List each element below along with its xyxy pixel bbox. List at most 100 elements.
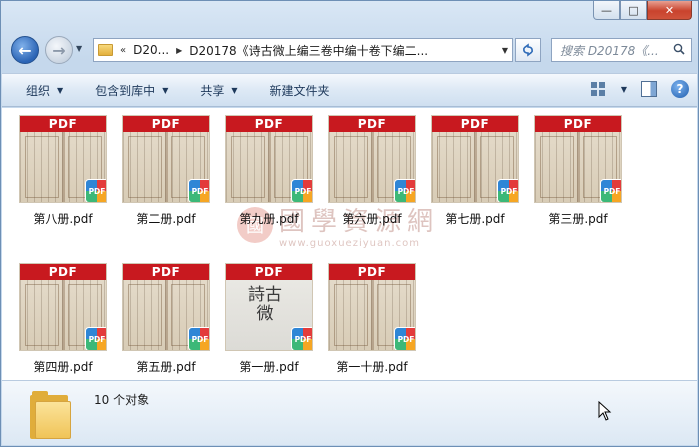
breadcrumb-overflow[interactable]: «	[120, 45, 126, 56]
breadcrumb-item[interactable]: D20...	[133, 43, 169, 57]
include-in-library-menu[interactable]: 包含到库中 ▼	[95, 82, 168, 99]
page-sheet	[540, 136, 574, 198]
file-item[interactable]: PDF PDF 第四册.pdf	[17, 261, 109, 380]
minimize-button[interactable]: —	[593, 1, 620, 20]
file-thumbnail: PDF PDF	[328, 263, 416, 351]
book-spine	[371, 280, 374, 350]
history-dropdown-icon[interactable]: ▼	[76, 44, 82, 53]
file-name: 第六册.pdf	[342, 212, 402, 226]
navigation-bar: ← → ▼ « D20... ▶ D20178《诗古微上编三卷中编十卷下编二..…	[7, 34, 692, 66]
page-sheet	[128, 284, 162, 346]
file-item[interactable]: PDF PDF 第六册.pdf	[326, 113, 418, 249]
refresh-button[interactable]	[515, 38, 541, 62]
forward-button[interactable]: →	[45, 36, 73, 64]
thumbnail-pdf-label: PDF	[226, 264, 312, 280]
back-button[interactable]: ←	[11, 36, 39, 64]
change-view-icon[interactable]	[589, 80, 607, 98]
pdf-app-icon: PDF	[292, 180, 312, 202]
file-name: 第八册.pdf	[33, 212, 93, 226]
book-spine	[165, 132, 168, 202]
chevron-down-icon: ▼	[231, 85, 238, 95]
file-list[interactable]: 國 國學資源網 www.guoxueziyuan.com PDF PDF 第八册.p…	[2, 108, 697, 380]
pdf-app-icon: PDF	[395, 180, 415, 202]
book-spine	[268, 132, 271, 202]
book-spine	[577, 132, 580, 202]
file-thumbnail: PDF PDF	[534, 115, 622, 203]
refresh-icon	[523, 43, 533, 57]
page-sheet	[334, 136, 368, 198]
organize-label: 组织	[26, 83, 51, 98]
organize-menu[interactable]: 组织 ▼	[26, 82, 63, 99]
share-menu[interactable]: 共享 ▼	[200, 82, 237, 99]
book-spine	[165, 280, 168, 350]
explorer-window: — □ ✕ ← → ▼ « D20... ▶ D20178《诗古微上编三卷中编十…	[0, 0, 699, 447]
chevron-down-icon: ▼	[162, 85, 169, 95]
pdf-app-icon: PDF	[601, 180, 621, 202]
search-placeholder: 搜索 D20178《...	[560, 43, 659, 58]
preview-pane-icon[interactable]	[641, 81, 657, 97]
breadcrumb-separator-icon[interactable]: ▶	[176, 46, 182, 55]
file-item[interactable]: PDF PDF 第八册.pdf	[17, 113, 109, 249]
file-name: 第三册.pdf	[548, 212, 608, 226]
page-sheet	[25, 136, 59, 198]
folder-icon	[30, 389, 72, 439]
caption-buttons: — □ ✕	[593, 1, 692, 20]
new-folder-button[interactable]: 新建文件夹	[270, 82, 330, 99]
thumbnail-pdf-label: PDF	[329, 116, 415, 132]
page-sheet	[334, 284, 368, 346]
file-item[interactable]: PDF PDF 第五册.pdf	[120, 261, 212, 380]
new-folder-label: 新建文件夹	[269, 83, 330, 98]
file-item[interactable]: PDF 詩古微 PDF 第一册.pdf	[223, 261, 315, 380]
pdf-app-icon: PDF	[86, 328, 106, 350]
file-item[interactable]: PDF PDF 第九册.pdf	[223, 113, 315, 249]
file-thumbnail: PDF PDF	[19, 115, 107, 203]
search-icon[interactable]	[673, 43, 685, 55]
view-dropdown-icon[interactable]: ▼	[621, 85, 627, 94]
file-item[interactable]: PDF PDF 第七册.pdf	[429, 113, 521, 249]
breadcrumb-item[interactable]: D20178《诗古微上编三卷中编十卷下编二...	[189, 42, 428, 59]
file-name: 第二册.pdf	[136, 212, 196, 226]
file-name: 第一十册.pdf	[336, 360, 408, 374]
command-bar: 组织 ▼ 包含到库中 ▼ 共享 ▼ 新建文件夹 ▼ ?	[2, 73, 697, 107]
thumbnail-pdf-label: PDF	[20, 116, 106, 132]
maximize-button[interactable]: □	[620, 1, 647, 20]
book-spine	[474, 132, 477, 202]
close-button[interactable]: ✕	[647, 1, 692, 20]
pdf-app-icon: PDF	[86, 180, 106, 202]
pdf-app-icon: PDF	[292, 328, 312, 350]
file-item[interactable]: PDF PDF 第三册.pdf	[532, 113, 624, 249]
file-thumbnail: PDF PDF	[19, 263, 107, 351]
file-name: 第四册.pdf	[33, 360, 93, 374]
thumbnail-pdf-label: PDF	[123, 264, 209, 280]
book-spine	[62, 280, 65, 350]
file-item[interactable]: PDF PDF 第二册.pdf	[120, 113, 212, 249]
search-input[interactable]: 搜索 D20178《...	[551, 38, 692, 62]
file-thumbnail: PDF PDF	[122, 115, 210, 203]
thumbnail-pdf-label: PDF	[123, 116, 209, 132]
include-in-library-label: 包含到库中	[95, 83, 156, 98]
mouse-cursor-icon	[598, 401, 612, 421]
file-name: 第五册.pdf	[136, 360, 196, 374]
pdf-app-icon: PDF	[498, 180, 518, 202]
file-name: 第一册.pdf	[239, 360, 299, 374]
book-spine	[371, 132, 374, 202]
folder-icon	[98, 44, 113, 56]
share-label: 共享	[200, 83, 225, 98]
page-sheet	[25, 284, 59, 346]
thumbnail-pdf-label: PDF	[20, 264, 106, 280]
address-dropdown-icon[interactable]: ▼	[502, 46, 508, 55]
view-controls: ▼ ?	[589, 80, 689, 98]
help-icon[interactable]: ?	[671, 80, 689, 98]
file-item[interactable]: PDF PDF 第一十册.pdf	[326, 261, 418, 380]
file-grid: PDF PDF 第八册.pdf PDF PDF 第二册.pdf PDF PDF 第九册.pdf P…	[2, 108, 697, 380]
file-thumbnail: PDF PDF	[225, 115, 313, 203]
thumbnail-pdf-label: PDF	[226, 116, 312, 132]
thumbnail-pdf-label: PDF	[432, 116, 518, 132]
page-sheet	[231, 136, 265, 198]
page-sheet	[128, 136, 162, 198]
file-thumbnail: PDF PDF	[431, 115, 519, 203]
details-pane: 10 个对象	[2, 380, 697, 445]
address-bar[interactable]: « D20... ▶ D20178《诗古微上编三卷中编十卷下编二... ▼	[93, 38, 513, 62]
pdf-app-icon: PDF	[189, 328, 209, 350]
file-thumbnail: PDF PDF	[328, 115, 416, 203]
